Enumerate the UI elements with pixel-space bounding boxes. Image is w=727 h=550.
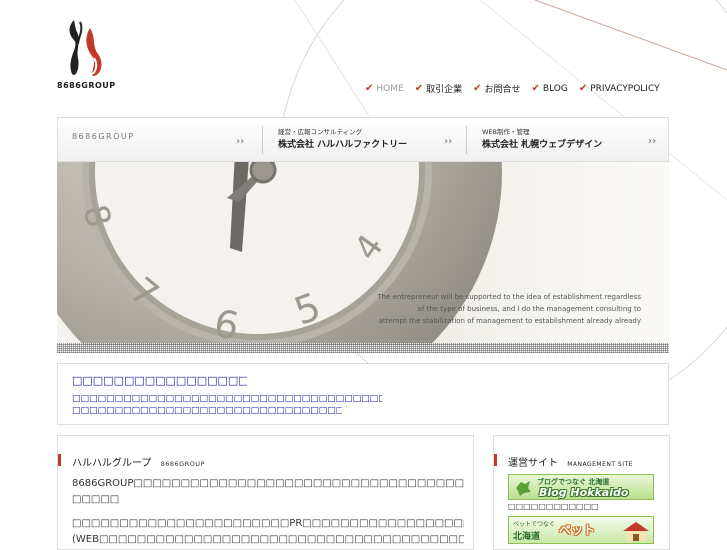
hero-banner: 8 7 6 5 4 The entrepreneur will be suppo… <box>57 162 669 345</box>
check-icon: ✔ <box>578 83 588 94</box>
managed-sites: 運営サイト MANAGEMENT SITE ブログでつなぐ 北海道 Blog H… <box>493 435 670 550</box>
nav-clients-label: 取引企業 <box>426 85 463 95</box>
tab-divider <box>466 126 467 154</box>
tab-web-sub: WEB制作・管理 <box>482 128 530 136</box>
hero-caption: The entrepreneur will be supported to th… <box>351 291 641 327</box>
about-text-line: □□□□□□□□□□□□□□□□□□□□□□□PR□□□□□□□□□□□□□□□… <box>72 518 464 529</box>
check-icon: ✔ <box>531 83 540 94</box>
section-marker <box>494 454 497 466</box>
nav-contact[interactable]: ✔ お問合せ <box>473 82 520 95</box>
about-paragraph: □□□□□□□□□□□□□□□□□□□□□□□PR□□□□□□□□□□□□□□□… <box>72 516 464 548</box>
blog-hokkaido-title: Blog Hokkaido <box>539 486 629 499</box>
tab-8686group-label: 8686GROUP <box>72 132 135 141</box>
tab-web-name: 株式会社 札幌ウェブデザイン <box>482 140 603 150</box>
about-title-text: ハルハルグループ <box>72 458 152 469</box>
group-tabs: 8686GROUP ›› 経営・広報コンサルティング 株式会社 ハルハルファクト… <box>57 117 669 162</box>
about-paragraph: 8686GROUP□□□□□□□□□□□□□□□□□□□□□□□□□□□□□□□… <box>72 476 464 508</box>
notice-line[interactable]: □□□□□□□□□□□□□□□□□□□□□□□□□□□□□□□□□□□□□□□□… <box>72 394 382 404</box>
main-nav: ✔ HOME ✔ 取引企業 ✔ お問合せ ✔ BLOG ✔ PRIVACYPOL… <box>365 82 671 95</box>
pet-banner-region: 北海道 <box>513 532 541 542</box>
blog-hokkaido-banner[interactable]: ブログでつなぐ 北海道 Blog Hokkaido <box>508 474 654 500</box>
side-subtitle: MANAGEMENT SITE <box>567 461 633 468</box>
side-title-text: 運営サイト <box>508 458 558 469</box>
tab-8686group[interactable]: 8686GROUP ›› <box>58 118 258 161</box>
chevron-right-icon: ›› <box>444 136 453 147</box>
nav-privacy[interactable]: ✔ PRIVACYPOLICY <box>579 82 660 95</box>
tab-divider <box>262 126 263 154</box>
logo-text: 8686GROUP <box>57 81 116 90</box>
tab-factory-sub: 経営・広報コンサルティング <box>278 128 363 136</box>
about-title: ハルハルグループ 8686GROUP <box>72 454 205 469</box>
section-marker <box>58 454 61 466</box>
tab-haruharu-factory[interactable]: 経営・広報コンサルティング 株式会社 ハルハルファクトリー ›› <box>264 118 464 161</box>
side-title: 運営サイト MANAGEMENT SITE <box>508 454 633 469</box>
notice-title[interactable]: □□□□□□□□□□□□□□□□□□□□□□□□□ <box>72 374 247 387</box>
hero-caption-line: attempt the stabilization of management … <box>378 317 641 325</box>
pet-hokkaido-banner[interactable]: ペットでつなぐ 北海道 ペット <box>508 516 654 544</box>
chevron-right-icon: ›› <box>236 136 245 147</box>
nav-clients[interactable]: ✔ 取引企業 <box>415 82 462 95</box>
house-icon <box>623 522 649 541</box>
notice-line[interactable]: □□□□□□□□□□□□□□□□□□□□□□□□□□□□□□□□□□□□□□□□… <box>72 406 342 416</box>
tab-factory-name: 株式会社 ハルハルファクトリー <box>278 140 408 150</box>
nav-privacy-label: PRIVACYPOLICY <box>590 83 660 94</box>
pet-banner-title: ペット <box>559 523 596 537</box>
about-text-line: (WEB□□□□□□□□□□□□□□□□□□□□□□□□□□□□□□□□□□□□… <box>72 534 464 545</box>
check-icon: ✔ <box>414 83 424 94</box>
nav-home[interactable]: ✔ HOME <box>365 82 404 95</box>
notice-box: □□□□□□□□□□□□□□□□□ □□□□□□□□ □□□□□□□□□□□□□□… <box>57 363 669 425</box>
hero-stripe <box>57 343 669 353</box>
about-subtitle: 8686GROUP <box>160 460 205 468</box>
logo-icon[interactable] <box>64 18 106 80</box>
nav-home-label: HOME <box>376 83 404 94</box>
nav-contact-label: お問合せ <box>484 85 521 95</box>
nav-blog-label: BLOG <box>542 83 568 94</box>
chevron-right-icon: ›› <box>648 136 657 147</box>
hero-caption-line: of the type of business, and I do the ma… <box>417 305 641 313</box>
hokkaido-map-icon <box>516 481 531 496</box>
pet-banner-tagline: ペットでつなぐ <box>513 521 556 528</box>
check-icon: ✔ <box>365 83 374 94</box>
blog-hokkaido-caption[interactable]: □□□□□□□□□□□□ <box>508 502 608 511</box>
tab-sapporo-web[interactable]: WEB制作・管理 株式会社 札幌ウェブデザイン ›› <box>468 118 668 161</box>
about-text-line: 8686GROUP□□□□□□□□□□□□□□□□□□□□□□□□□□□□□□□… <box>72 478 464 489</box>
nav-blog[interactable]: ✔ BLOG <box>532 82 568 95</box>
about-text-line: □□□□□ <box>72 494 120 505</box>
about-section: ハルハルグループ 8686GROUP 8686GROUP□□□□□□□□□□□□… <box>57 435 474 550</box>
check-icon: ✔ <box>473 83 482 94</box>
hero-caption-line: The entrepreneur will be supported to th… <box>377 293 641 301</box>
